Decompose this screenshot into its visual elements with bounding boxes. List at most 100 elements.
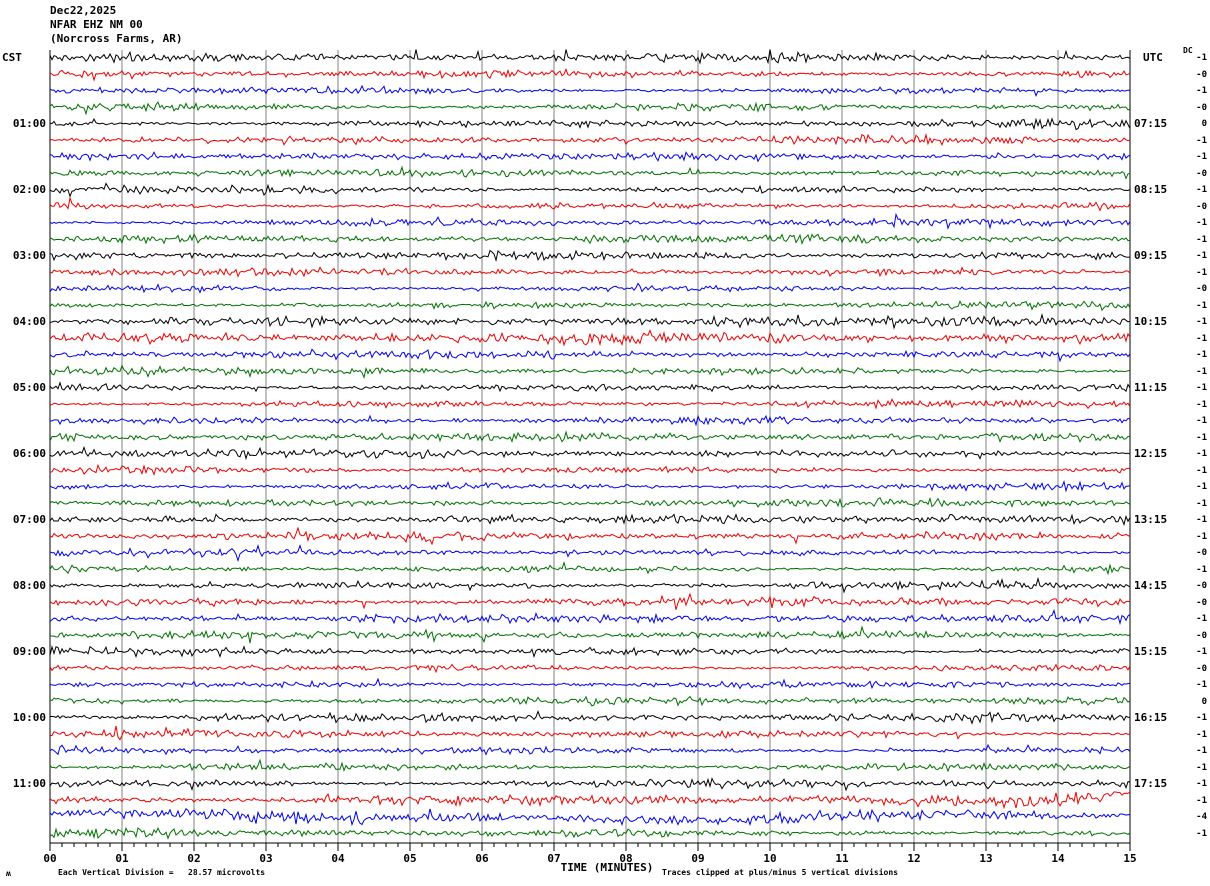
trace-black-00:00	[49, 49, 1131, 65]
dc-value-label: -1	[1196, 416, 1207, 426]
x-tick-label: 12	[907, 852, 921, 865]
left-hour-label: 11:00	[12, 777, 46, 790]
trace-black-01:00	[49, 117, 1131, 131]
dc-value-label: -1	[1196, 383, 1207, 393]
trace-green-10:45	[49, 758, 1131, 773]
dc-value-label: -1	[1196, 350, 1207, 360]
trace-blue-00:30	[49, 84, 1131, 97]
trace-black-04:00	[49, 313, 1131, 330]
trace-red-11:15	[49, 791, 1131, 810]
trace-green-02:45	[49, 232, 1131, 245]
dc-value-label: -0	[1196, 102, 1207, 113]
left-hour-label: 04:00	[12, 315, 46, 328]
trace-blue-09:30	[49, 677, 1131, 690]
x-tick-label: 03	[259, 852, 273, 865]
trace-red-06:15	[49, 463, 1131, 476]
trace-black-11:00	[49, 777, 1131, 792]
x-tick-label: 13	[979, 852, 993, 865]
dc-value-label: -1	[1196, 515, 1207, 525]
helicorder-page: Dec22,2025 NFAR EHZ NM 00 (Norcross Farm…	[0, 0, 1210, 886]
dc-value-label: -1	[1196, 53, 1207, 63]
dc-value-label: -1	[1196, 333, 1207, 344]
trace-red-10:15	[50, 725, 1131, 741]
dc-value-label: -1	[1196, 482, 1207, 492]
dc-value-label: -1	[1196, 317, 1207, 327]
x-tick-label: 02	[187, 852, 201, 865]
right-hour-label: 17:15	[1134, 777, 1168, 790]
trace-blue-01:30	[49, 151, 1131, 163]
trace-black-07:00	[49, 513, 1131, 527]
x-tick-label: 10	[763, 852, 777, 865]
dc-value-label: -1	[1196, 86, 1207, 96]
trace-black-06:00	[49, 445, 1131, 461]
left-hour-label: 07:00	[12, 513, 46, 526]
left-hour-label: 02:00	[12, 183, 46, 196]
trace-red-09:15	[49, 663, 1131, 674]
helicorder-plot	[49, 49, 1131, 851]
trace-blue-06:30	[49, 479, 1131, 493]
trace-red-08:15	[49, 592, 1131, 610]
x-tick-label: 11	[835, 852, 849, 865]
x-tick-label: 01	[115, 852, 129, 865]
dc-value-label: -1	[1196, 614, 1207, 624]
dc-value-label: -0	[1196, 630, 1207, 641]
trace-red-02:15	[49, 196, 1131, 212]
left-hour-label: 06:00	[12, 447, 46, 460]
right-hour-label: 16:15	[1134, 711, 1168, 724]
trace-blue-11:30	[49, 807, 1131, 827]
dc-value-label: -0	[1196, 284, 1207, 294]
dc-value-label: -1	[1196, 746, 1207, 756]
trace-green-08:45	[49, 625, 1131, 644]
dc-value-label: -1	[1196, 647, 1207, 657]
dc-value-label: -0	[1196, 201, 1207, 212]
dc-value-label: -1	[1196, 828, 1207, 839]
trace-blue-10:30	[49, 743, 1131, 756]
trace-blue-08:30	[49, 608, 1131, 626]
trace-black-09:00	[49, 644, 1131, 659]
right-hour-label: 09:15	[1134, 249, 1168, 262]
dc-value-label: -0	[1196, 581, 1207, 591]
trace-green-05:45	[49, 430, 1131, 443]
left-hour-label: 08:00	[12, 579, 46, 592]
dc-value-label: -1	[1196, 729, 1207, 740]
scale-note: Each Vertical Division = 28.57 microvolt…	[58, 868, 265, 877]
dc-value-label: -1	[1196, 449, 1207, 459]
dc-value-label: -1	[1196, 465, 1207, 476]
right-hour-label: 14:15	[1134, 579, 1168, 592]
trace-red-01:15	[49, 132, 1131, 147]
dc-value-label: -1	[1196, 432, 1207, 443]
dc-value-label: -4	[1196, 812, 1207, 822]
dc-value-label: 0	[1201, 696, 1207, 707]
dc-value-label: -1	[1196, 531, 1207, 542]
scale-note-value: 28.57 microvolts	[188, 868, 266, 877]
dc-value-label: -1	[1196, 135, 1207, 146]
dc-value-label: -1	[1196, 300, 1207, 311]
scale-note-label: Each Vertical Division =	[58, 868, 174, 877]
dc-value-label: -1	[1196, 680, 1207, 690]
dc-value-label: -1	[1196, 399, 1207, 410]
trace-black-10:00	[49, 710, 1131, 725]
dc-value-label: -1	[1196, 152, 1207, 162]
trace-black-02:00	[49, 182, 1131, 198]
trace-green-07:45	[49, 561, 1131, 576]
dc-value-label: -0	[1196, 597, 1207, 608]
trace-black-03:00	[49, 249, 1131, 263]
dc-value-label: -1	[1196, 185, 1207, 195]
waveform-glyph-icon: ʍ	[6, 869, 11, 878]
right-hour-label: 10:15	[1134, 315, 1168, 328]
left-hour-label: 10:00	[12, 711, 46, 724]
scale-note-gap	[174, 868, 188, 877]
right-hour-label: 15:15	[1134, 645, 1168, 658]
dc-value-label: -1	[1196, 795, 1207, 806]
trace-green-03:45	[49, 299, 1131, 312]
trace-green-06:45	[49, 496, 1131, 508]
dc-value-label: -1	[1196, 498, 1207, 509]
trace-green-00:45	[49, 101, 1131, 116]
trace-black-05:00	[49, 381, 1131, 393]
x-tick-label: 05	[403, 852, 417, 865]
dc-value-label: -1	[1196, 366, 1207, 377]
trace-blue-05:30	[50, 414, 1131, 427]
trace-red-00:15	[49, 68, 1131, 82]
dc-value-label: -0	[1196, 548, 1207, 558]
dc-value-label: -1	[1196, 779, 1207, 789]
